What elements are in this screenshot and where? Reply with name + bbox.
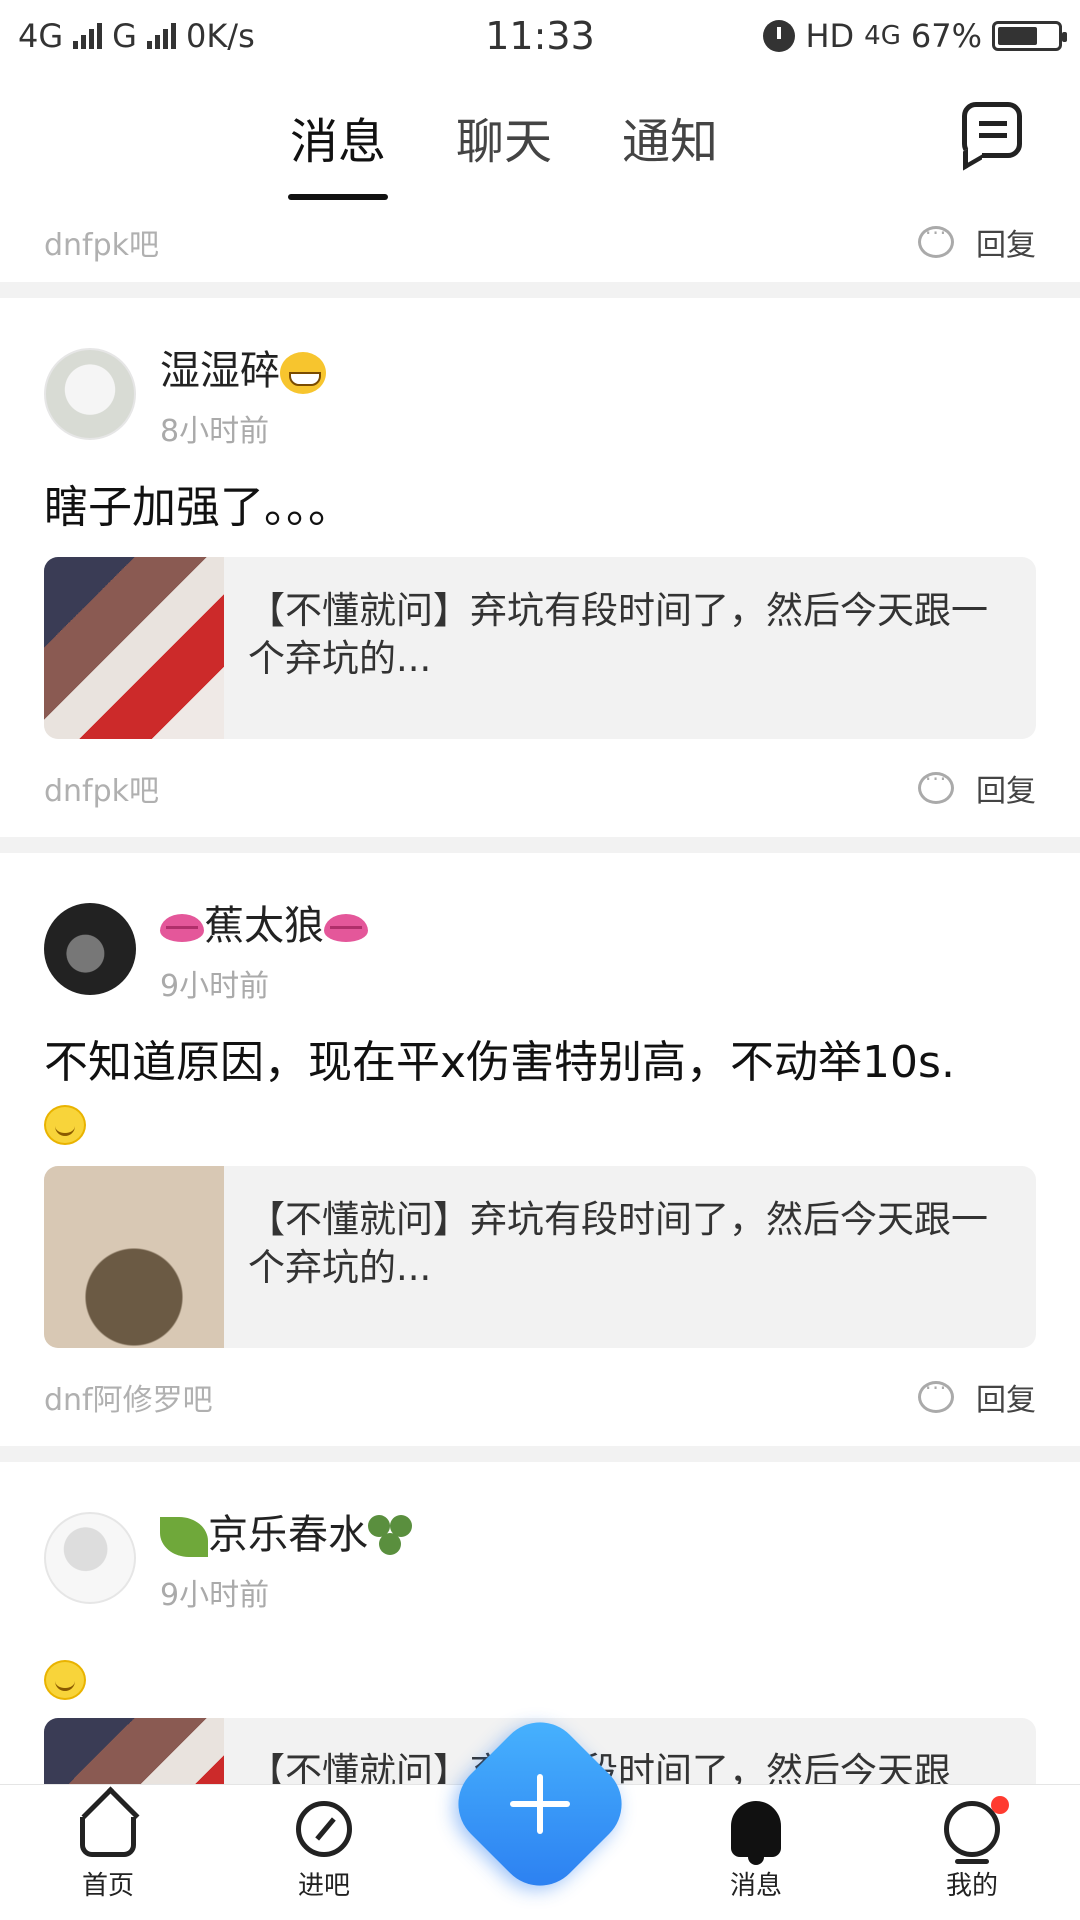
comment-icon [918,767,954,805]
lips-emoji-icon [324,914,368,943]
reply-button[interactable]: 回复 [918,220,1036,264]
username-text: 京乐春水 [208,1512,368,1559]
quoted-thread-text: 【不懂就问】弃坑有段时间了，然后今天跟一个弃坑的... [248,589,988,681]
reply-label: 回复 [976,1383,1036,1419]
avatar[interactable] [44,1512,136,1605]
signal-icon [146,23,176,49]
post-meta-row: dnfpk吧 回复 [44,739,1036,837]
bell-icon [731,1801,781,1865]
username[interactable]: 蕉太狼 [160,893,368,951]
reply-label: 回复 [976,228,1036,263]
leaf-emoji-icon [160,1517,208,1558]
post-time: 9小时前 [160,969,270,1005]
quoted-thread[interactable]: 【不懂就问】弃坑有段时间了，然后今天跟一个弃坑的... [44,557,1036,740]
tab-messages[interactable]: 消息 [290,102,386,200]
smile-emoji-icon [44,1104,86,1145]
divider [0,1446,1080,1463]
post-time: 8小时前 [160,414,270,449]
username[interactable]: 京乐春水 [160,1502,412,1560]
comment-icon [918,221,954,258]
nav-profile[interactable]: 我的 [912,1796,1032,1902]
status-left: 4G G 0K/s [18,17,255,55]
forum-link[interactable]: dnfpk吧 [44,220,159,264]
clover-emoji-icon [368,1515,412,1559]
battery-fill [998,27,1037,45]
nav-profile-label: 我的 [945,1871,998,1901]
plus-icon [510,1774,570,1834]
username-text: 蕉太狼 [204,903,324,950]
nav-home[interactable]: 首页 [48,1801,168,1902]
username-text: 湿湿碎 [160,348,280,394]
thread-thumbnail [44,557,224,740]
username[interactable]: 湿湿碎 [160,338,326,396]
reply-button[interactable]: 回复 [918,1375,1036,1419]
alarm-icon [763,20,796,52]
profile-icon [944,1796,1009,1864]
notification-dot [991,1796,1009,1814]
home-icon [80,1817,136,1857]
post-content [44,1648,1036,1707]
signal-icon [73,23,103,49]
post-content: 不知道原因，现在平x伤害特别高，不动举10s. [44,1033,1036,1152]
battery-icon [992,21,1067,51]
post-time: 9小时前 [160,1578,270,1614]
screen: 4G G 0K/s 11:33 HD 4G 67% 消息 聊天 通知 dnfpk… [0,0,1080,1920]
divider [0,837,1080,854]
nav-home-label: 首页 [81,1871,134,1901]
net-speed: 0K/s [185,17,255,55]
user-info: 蕉太狼 9小时前 [160,893,368,1005]
nav-forums-label: 进吧 [297,1871,350,1901]
grin-emoji-icon [280,352,326,394]
post-meta-row: dnfpk吧 回复 [44,202,1036,282]
post-card[interactable]: 蕉太狼 9小时前 不知道原因，现在平x伤害特别高，不动举10s. 【不懂就问】弃… [0,853,1080,1447]
post-meta-row: dnf阿修罗吧 回复 [44,1348,1036,1446]
post-header: 湿湿碎 8小时前 [44,298,1036,450]
compass-icon [296,1801,352,1857]
post-card[interactable]: 湿湿碎 8小时前 瞎子加强了。。。 【不懂就问】弃坑有段时间了，然后今天跟一个弃… [0,298,1080,838]
top-nav: 消息 聊天 通知 [0,72,1080,202]
user-info: 湿湿碎 8小时前 [160,338,326,450]
avatar[interactable] [44,903,136,996]
message-compose-icon[interactable] [962,102,1022,158]
tab-notifications[interactable]: 通知 [622,102,718,200]
nav-forums[interactable]: 进吧 [264,1801,384,1902]
quoted-thread[interactable]: 【不懂就问】弃坑有段时间了，然后今天跟一个弃坑的... [44,1166,1036,1349]
quoted-thread-text: 【不懂就问】弃坑有段时间了，然后今天跟一个弃坑的... [248,1198,988,1290]
forum-link[interactable]: dnfpk吧 [44,766,159,810]
post-header: 蕉太狼 9小时前 [44,853,1036,1005]
tab-bar: 消息 聊天 通知 [290,102,718,200]
avatar[interactable] [44,348,136,440]
post-header: 京乐春水 9小时前 [44,1462,1036,1614]
smile-emoji-icon [44,1660,86,1701]
message-feed: dnfpk吧 回复 湿湿碎 8小时前 瞎子加强了。。。 [0,202,1080,1900]
hd-label: HD [805,17,855,55]
status-bar: 4G G 0K/s 11:33 HD 4G 67% [0,0,1080,72]
divider [0,282,1080,298]
thread-thumbnail [44,1166,224,1349]
comment-icon [918,1376,954,1414]
post-content-text: 不知道原因，现在平x伤害特别高，不动举10s. [44,1037,955,1089]
tab-chat[interactable]: 聊天 [456,102,552,200]
reply-button[interactable]: 回复 [918,766,1036,810]
nav-messages[interactable]: 消息 [696,1801,816,1902]
network-label-1: 4G [18,17,64,55]
lips-emoji-icon [160,914,204,943]
user-info: 京乐春水 9小时前 [160,1502,412,1614]
post-content: 瞎子加强了。。。 [44,482,352,533]
battery-percent: 67% [910,17,982,55]
nav-messages-label: 消息 [729,1871,782,1901]
network-label-2: G [112,17,137,55]
status-right: HD 4G 67% [763,17,1067,55]
reply-label: 回复 [976,774,1036,810]
network-label-3: 4G [864,21,901,51]
forum-link[interactable]: dnf阿修罗吧 [44,1375,213,1419]
post-card-partial: dnfpk吧 回复 [0,202,1080,282]
